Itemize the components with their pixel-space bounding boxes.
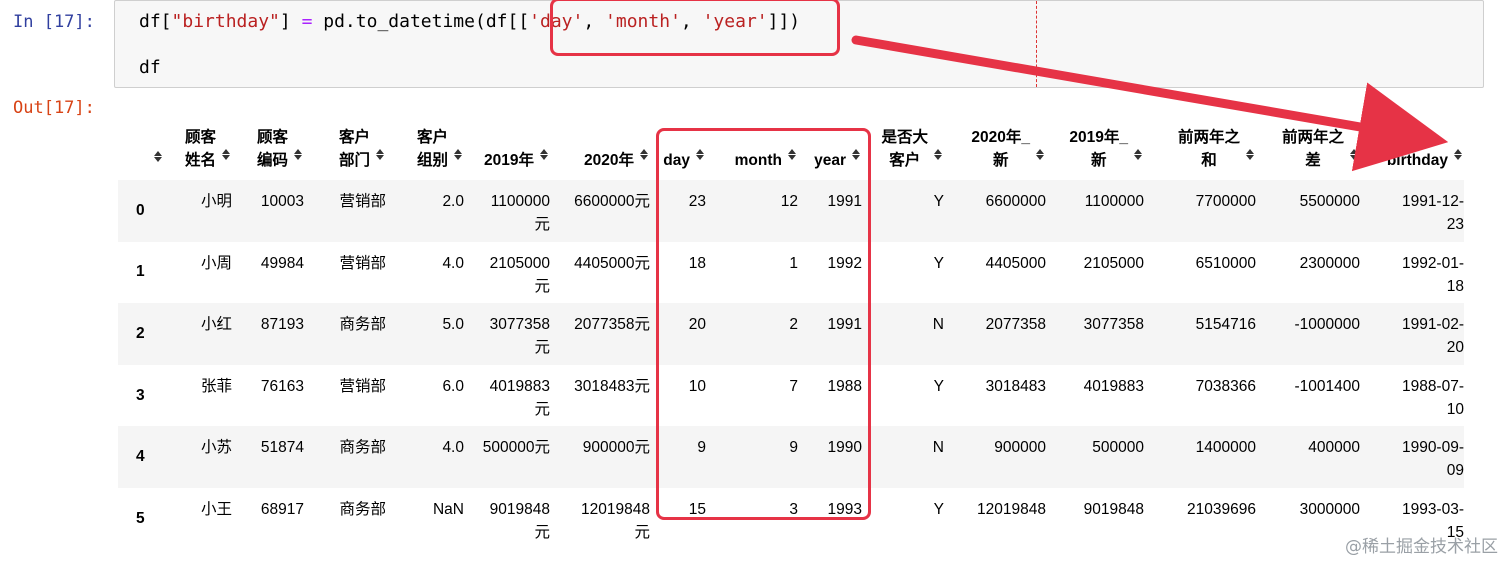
arrow-annotation — [851, 35, 1449, 172]
arrow-line — [851, 35, 1449, 172]
watermark: @稀土掘金技术社区 — [1345, 537, 1498, 557]
